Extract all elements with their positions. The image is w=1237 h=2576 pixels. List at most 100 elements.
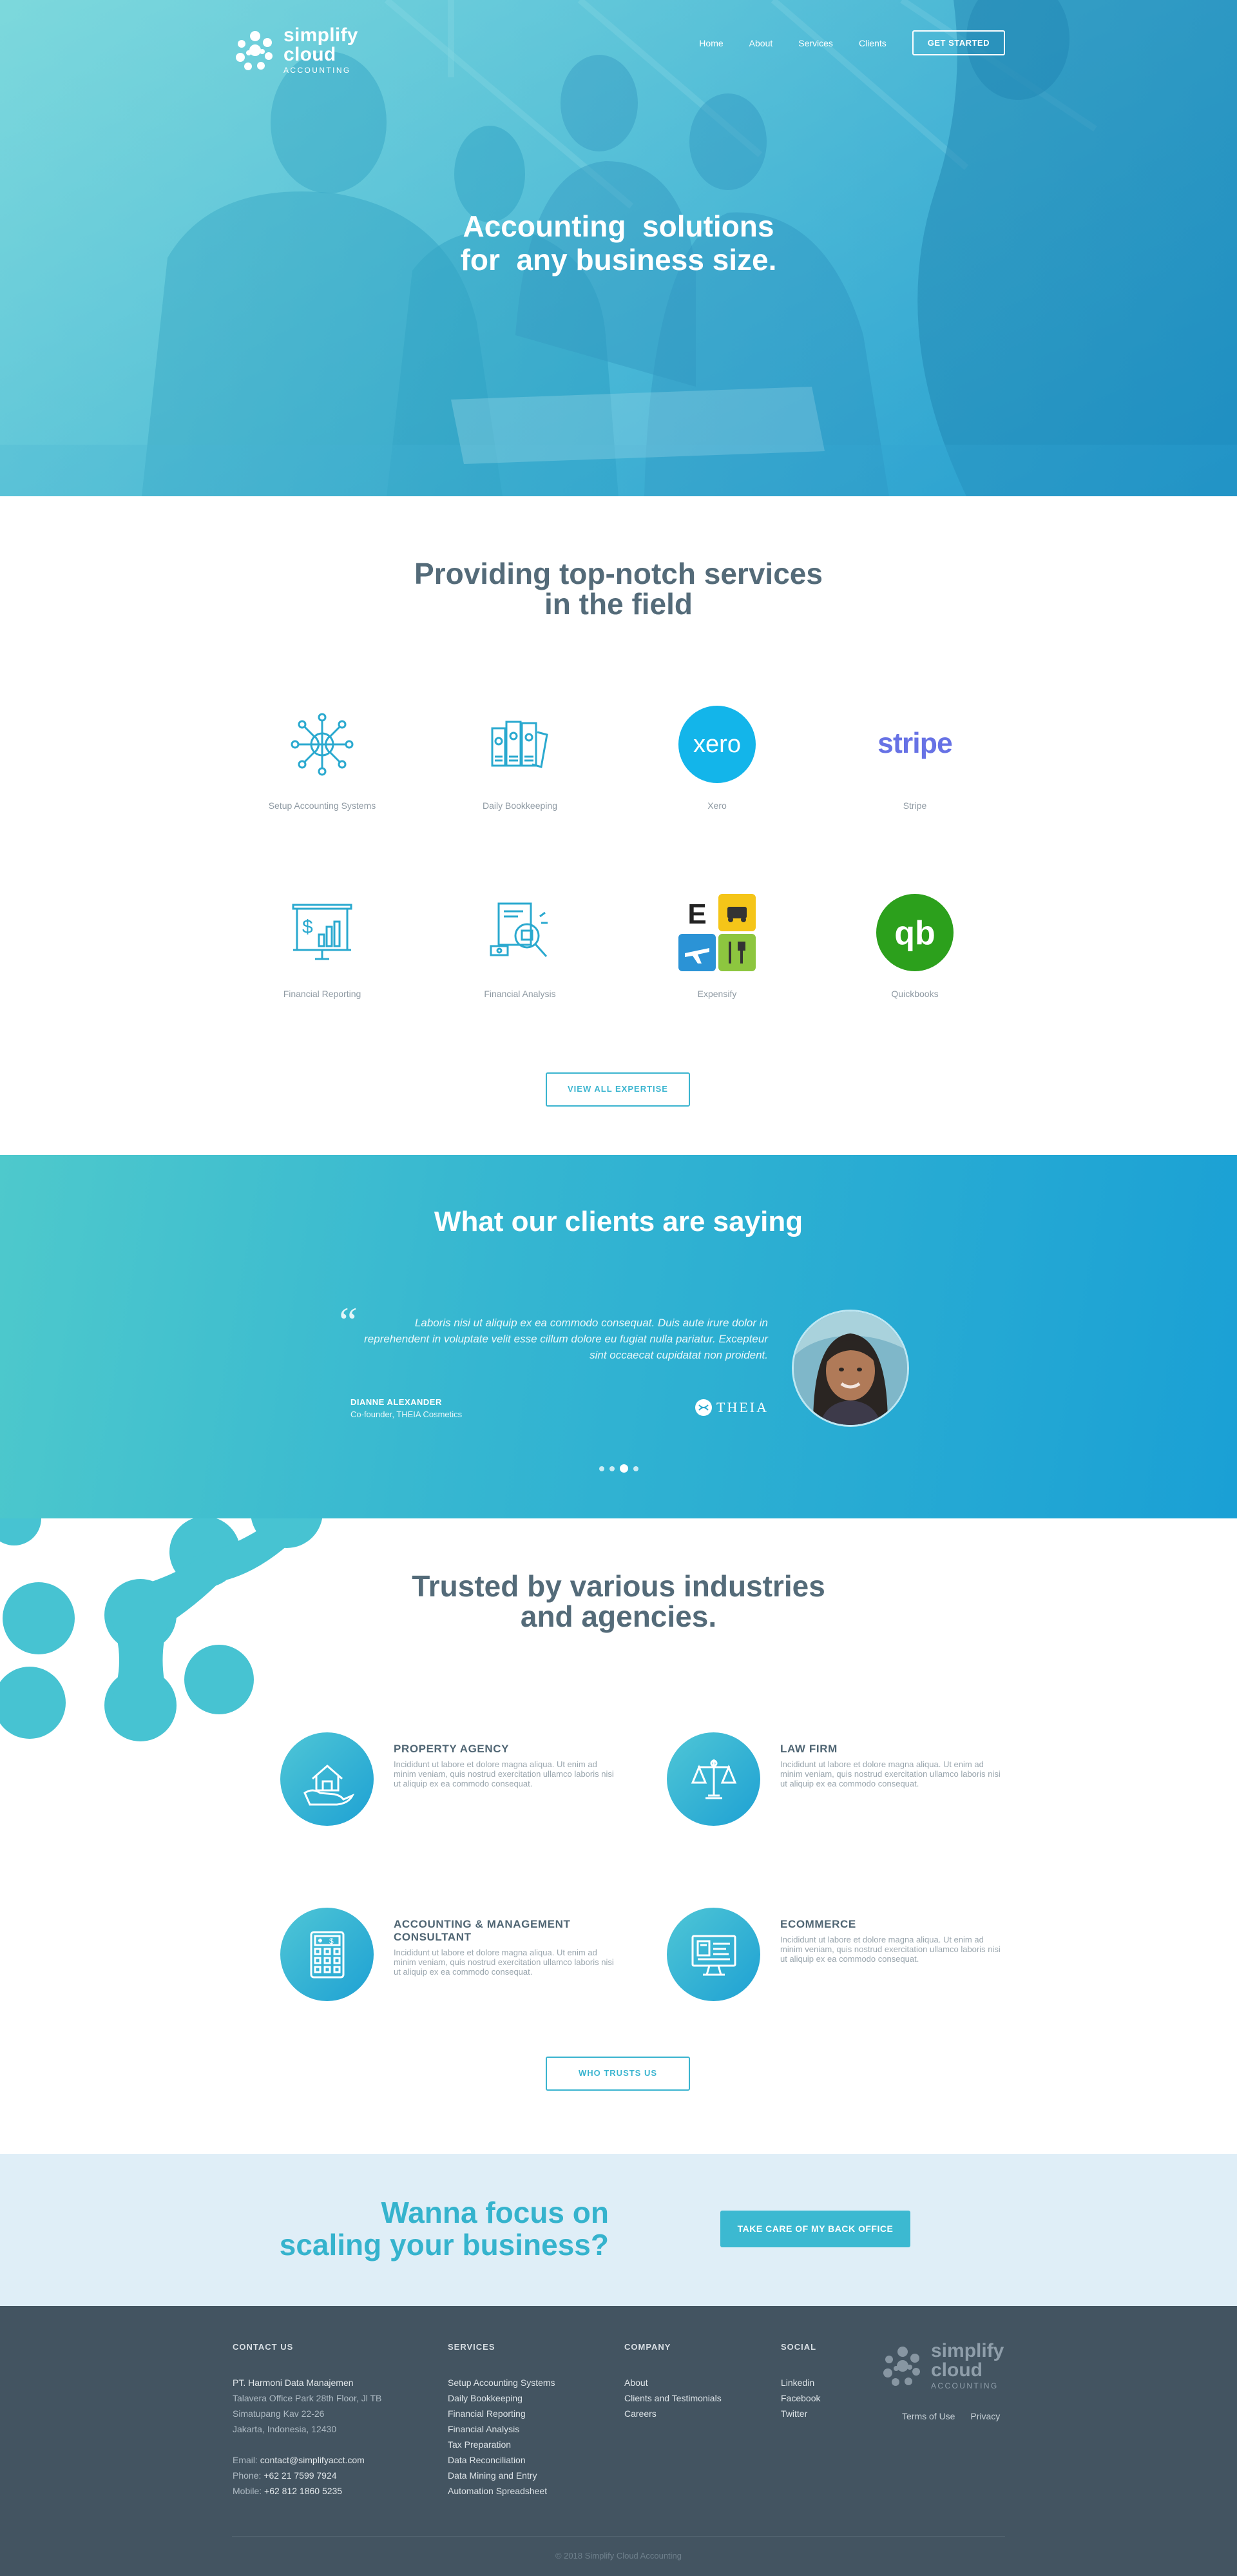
logo-word-1: simplify bbox=[283, 24, 358, 46]
nav-home-link[interactable]: Home bbox=[699, 38, 723, 48]
carousel-dot-active[interactable] bbox=[619, 1464, 628, 1473]
service-item-stripe[interactable]: stripe Stripe bbox=[831, 702, 999, 811]
footer-link[interactable]: Careers bbox=[624, 2406, 766, 2421]
nav-services-link[interactable]: Services bbox=[798, 38, 833, 48]
footer-link[interactable]: Data Reconciliation bbox=[448, 2452, 602, 2468]
xero-logo: xero bbox=[675, 702, 759, 786]
footer-link[interactable]: Automation Spreadsheet bbox=[448, 2483, 602, 2499]
who-trusts-us-button[interactable]: WHO TRUSTS US bbox=[546, 2057, 690, 2091]
industry-item-property[interactable]: PROPERTY AGENCY Incididunt ut labore et … bbox=[280, 1732, 615, 1829]
terms-link[interactable]: Terms of Use bbox=[902, 2411, 955, 2421]
footer-link[interactable]: Financial Analysis bbox=[448, 2421, 602, 2437]
cta-heading-line-1: Wanna focus on bbox=[381, 2196, 609, 2229]
brand-logo[interactable]: simplify cloud ACCOUNTING bbox=[232, 26, 358, 74]
company-name: THEIA bbox=[716, 1399, 769, 1415]
footer-heading: CONTACT US bbox=[233, 2342, 294, 2352]
testimonial-author: DIANNE ALEXANDER Co-founder, THEIA Cosme… bbox=[350, 1397, 462, 1419]
industry-item-ecommerce[interactable]: ECOMMERCE Incididunt ut labore et dolore… bbox=[667, 1908, 1002, 2004]
get-started-button[interactable]: GET STARTED bbox=[912, 30, 1005, 55]
back-office-button[interactable]: TAKE CARE OF MY BACK OFFICE bbox=[720, 2211, 910, 2247]
testimonial-quote: Laboris nisi ut aliquip ex ea commodo co… bbox=[364, 1317, 768, 1361]
footer-link[interactable]: Setup Accounting Systems bbox=[448, 2375, 602, 2390]
nav-about-link[interactable]: About bbox=[749, 38, 773, 48]
privacy-link[interactable]: Privacy bbox=[970, 2411, 1000, 2421]
footer-link[interactable]: Daily Bookkeeping bbox=[448, 2390, 602, 2406]
view-all-expertise-button[interactable]: VIEW ALL EXPERTISE bbox=[546, 1072, 690, 1107]
legal-links: Terms of Use Privacy bbox=[902, 2411, 1013, 2421]
network-globe-icon bbox=[280, 702, 364, 786]
footer-link[interactable]: Data Mining and Entry bbox=[448, 2468, 602, 2483]
services-heading-line-1: Providing top-notch services bbox=[414, 557, 823, 590]
top-navigation: simplify cloud ACCOUNTING Home About Ser… bbox=[232, 26, 1005, 74]
author-role: Co-founder, THEIA Cosmetics bbox=[350, 1409, 463, 1419]
industry-title: LAW FIRM bbox=[780, 1743, 838, 1755]
service-label: Stripe bbox=[903, 800, 927, 811]
house-hand-icon bbox=[280, 1732, 374, 1826]
service-item-reporting[interactable]: $ Financial Reporting bbox=[238, 891, 406, 999]
mobile-label: Mobile: bbox=[233, 2486, 262, 2496]
author-avatar bbox=[792, 1310, 909, 1427]
testimonials-section: What our clients are saying “ Laboris ni… bbox=[0, 1155, 1237, 1518]
footer-link[interactable]: Financial Reporting bbox=[448, 2406, 602, 2421]
document-magnifier-icon bbox=[478, 891, 562, 974]
service-label: Financial Reporting bbox=[283, 989, 361, 999]
service-item-expensify[interactable]: E Expensify bbox=[633, 891, 801, 999]
service-item-bookkeeping[interactable]: Daily Bookkeeping bbox=[436, 702, 604, 811]
hero-section: simplify cloud ACCOUNTING Home About Ser… bbox=[0, 0, 1237, 496]
footer-company: COMPANY About Clients and Testimonials C… bbox=[624, 2342, 766, 2421]
logo-tagline: ACCOUNTING bbox=[283, 66, 351, 75]
service-item-quickbooks[interactable]: qb Quickbooks bbox=[831, 891, 999, 999]
stripe-logo: stripe bbox=[873, 702, 957, 786]
footer-link[interactable]: Tax Preparation bbox=[448, 2437, 602, 2452]
footer-link[interactable]: Clients and Testimonials bbox=[624, 2390, 766, 2406]
nav-clients-link[interactable]: Clients bbox=[859, 38, 887, 48]
industry-item-law[interactable]: LAW FIRM Incididunt ut labore et dolore … bbox=[667, 1732, 1002, 1829]
industries-section: Trusted by various industries and agenci… bbox=[0, 1518, 1237, 2154]
logo-tagline: ACCOUNTING bbox=[931, 2381, 999, 2390]
address-line: Simatupang Kav 22-26 bbox=[233, 2408, 325, 2419]
service-label: Setup Accounting Systems bbox=[268, 800, 376, 811]
footer-heading: COMPANY bbox=[624, 2342, 671, 2352]
footer-link-facebook[interactable]: Facebook bbox=[781, 2390, 871, 2406]
services-heading-line-2: in the field bbox=[544, 587, 693, 621]
industry-title: ECOMMERCE bbox=[780, 1918, 856, 1930]
service-label: Daily Bookkeeping bbox=[483, 800, 557, 811]
carousel-dot[interactable] bbox=[609, 1466, 615, 1471]
address-line: Talavera Office Park 28th Floor, Jl TB bbox=[233, 2393, 382, 2403]
service-item-analysis[interactable]: Financial Analysis bbox=[436, 891, 604, 999]
svg-text:$: $ bbox=[302, 916, 313, 938]
mobile-value: +62 812 1860 5235 bbox=[264, 2486, 343, 2496]
scales-icon bbox=[667, 1732, 760, 1826]
logo-mark-icon bbox=[236, 30, 273, 70]
svg-text:xero: xero bbox=[693, 731, 741, 758]
svg-text:qb: qb bbox=[894, 915, 935, 952]
phone-value: +62 21 7599 7924 bbox=[264, 2470, 337, 2481]
industry-item-accounting[interactable]: $ ACCOUNTING & MANAGEMENT CONSULTANT Inc… bbox=[280, 1908, 615, 2004]
contact-phone: Phone: +62 21 7599 7924 bbox=[233, 2468, 426, 2483]
service-label: Financial Analysis bbox=[484, 989, 556, 999]
logo-word-2: cloud bbox=[931, 2359, 983, 2381]
theia-mark-icon bbox=[695, 1399, 712, 1416]
carousel-dot[interactable] bbox=[599, 1466, 604, 1471]
footer-link-linkedin[interactable]: Linkedin bbox=[781, 2375, 871, 2390]
site-footer: CONTACT US PT. Harmoni Data Manajemen Ta… bbox=[0, 2306, 1237, 2576]
email-link[interactable]: contact@simplifyacct.com bbox=[260, 2455, 365, 2465]
industry-title: ACCOUNTING & MANAGEMENT CONSULTANT bbox=[394, 1918, 571, 1943]
footer-logo[interactable]: simplify cloud ACCOUNTING bbox=[879, 2341, 1004, 2390]
footer-heading: SOCIAL bbox=[781, 2342, 817, 2352]
carousel-dot[interactable] bbox=[633, 1466, 638, 1471]
industries-heading-line-2: and agencies. bbox=[520, 1600, 717, 1633]
service-item-setup[interactable]: Setup Accounting Systems bbox=[238, 702, 406, 811]
service-item-xero[interactable]: xero Xero bbox=[633, 702, 801, 811]
footer-link-twitter[interactable]: Twitter bbox=[781, 2406, 871, 2421]
footer-link[interactable]: About bbox=[624, 2375, 766, 2390]
service-label: Xero bbox=[707, 800, 727, 811]
contact-email: Email: contact@simplifyacct.com bbox=[233, 2452, 426, 2468]
services-heading: Providing top-notch services in the fiel… bbox=[0, 559, 1237, 619]
svg-text:E: E bbox=[687, 898, 706, 930]
monitor-shop-icon bbox=[667, 1908, 760, 2001]
expensify-logo: E bbox=[675, 891, 759, 974]
company-name: PT. Harmoni Data Manajemen bbox=[233, 2377, 354, 2388]
svg-text:stripe: stripe bbox=[877, 728, 952, 759]
industry-description: Incididunt ut labore et dolore magna ali… bbox=[780, 1935, 1001, 1964]
